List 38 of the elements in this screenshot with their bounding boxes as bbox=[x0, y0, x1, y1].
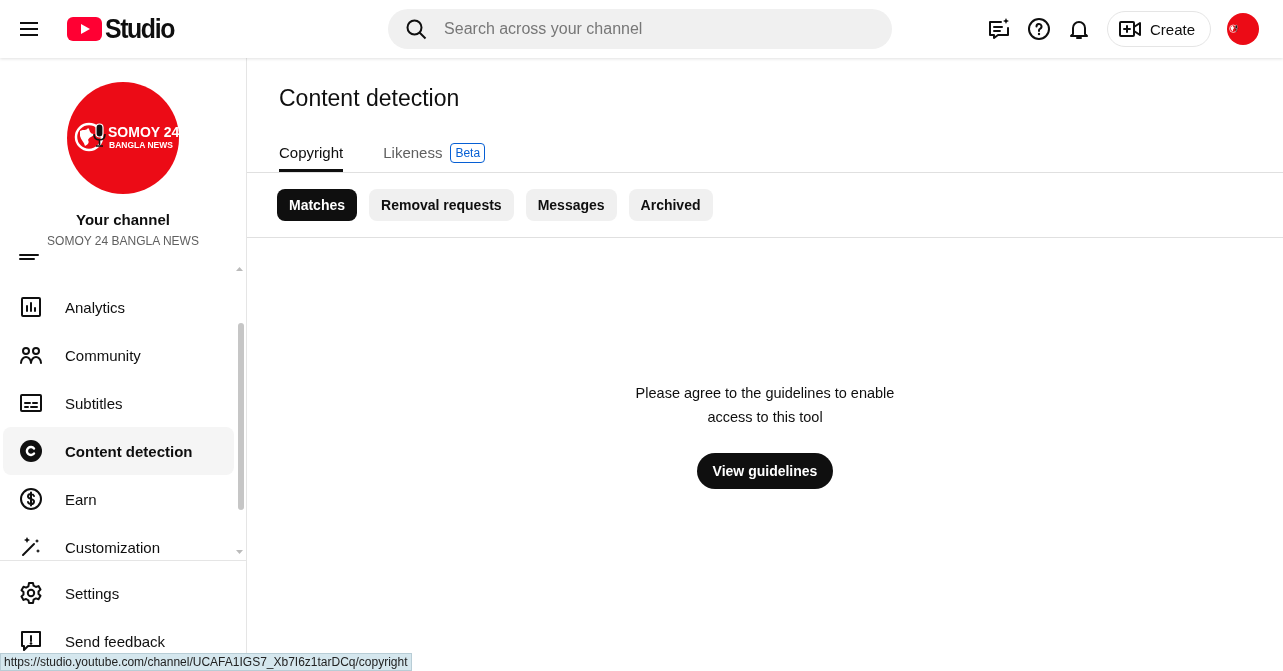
channel-avatar[interactable]: SOMOY 24 BANGLA NEWS bbox=[67, 82, 179, 194]
nav-item[interactable]: Subtitles bbox=[3, 379, 234, 427]
dollar-icon bbox=[19, 487, 43, 511]
chart-icon bbox=[19, 295, 43, 319]
chat-sparkle-icon[interactable] bbox=[986, 17, 1011, 41]
subtitles-icon bbox=[19, 391, 43, 415]
settings-icon bbox=[19, 581, 43, 605]
empty-message: Please agree to the guidelines to enable access to this tool bbox=[634, 383, 896, 427]
nav-item[interactable]: Content detection bbox=[3, 427, 234, 475]
view-guidelines-button[interactable]: View guidelines bbox=[696, 452, 834, 489]
search-icon[interactable] bbox=[404, 17, 429, 41]
search-field[interactable]: Search across your channel bbox=[388, 9, 892, 49]
filter-chip[interactable]: Archived bbox=[628, 189, 713, 221]
tab[interactable]: Likeness Beta bbox=[383, 132, 486, 172]
filter-chip[interactable]: Matches bbox=[277, 189, 358, 221]
channel-name: SOMOY 24 BANGLA NEWS bbox=[46, 234, 200, 248]
filter-chip[interactable]: Messages bbox=[525, 189, 617, 221]
studio-logo[interactable]: Studio bbox=[67, 13, 180, 45]
play-logo-icon bbox=[67, 17, 102, 41]
beta-badge: Beta bbox=[450, 142, 486, 163]
channel-title: Your channel bbox=[75, 211, 171, 228]
account-avatar[interactable] bbox=[1227, 13, 1259, 45]
nav-item[interactable]: Community bbox=[3, 331, 234, 379]
nav-item[interactable]: Earn bbox=[3, 475, 234, 523]
logo-text: Studio bbox=[105, 13, 174, 45]
nav-item[interactable]: Analytics bbox=[3, 283, 234, 331]
page-title: Content detection bbox=[279, 85, 461, 113]
feedback-icon bbox=[19, 629, 43, 653]
list-icon bbox=[17, 253, 41, 261]
tab[interactable]: Copyright bbox=[279, 132, 344, 172]
scrollbar-thumb[interactable] bbox=[238, 323, 244, 510]
status-url-tooltip: https://studio.youtube.com/channel/UCAFA1IGS7_Xb7I6z1tarDCq/copyright bbox=[0, 653, 412, 671]
filter-chip[interactable]: Removal requests bbox=[369, 189, 514, 221]
create-button[interactable]: Create bbox=[1106, 11, 1211, 47]
nav-item[interactable]: Customization bbox=[3, 523, 234, 560]
help-icon[interactable] bbox=[1026, 17, 1051, 41]
copyright-icon bbox=[19, 439, 43, 463]
nav-item[interactable]: Settings bbox=[3, 569, 234, 617]
